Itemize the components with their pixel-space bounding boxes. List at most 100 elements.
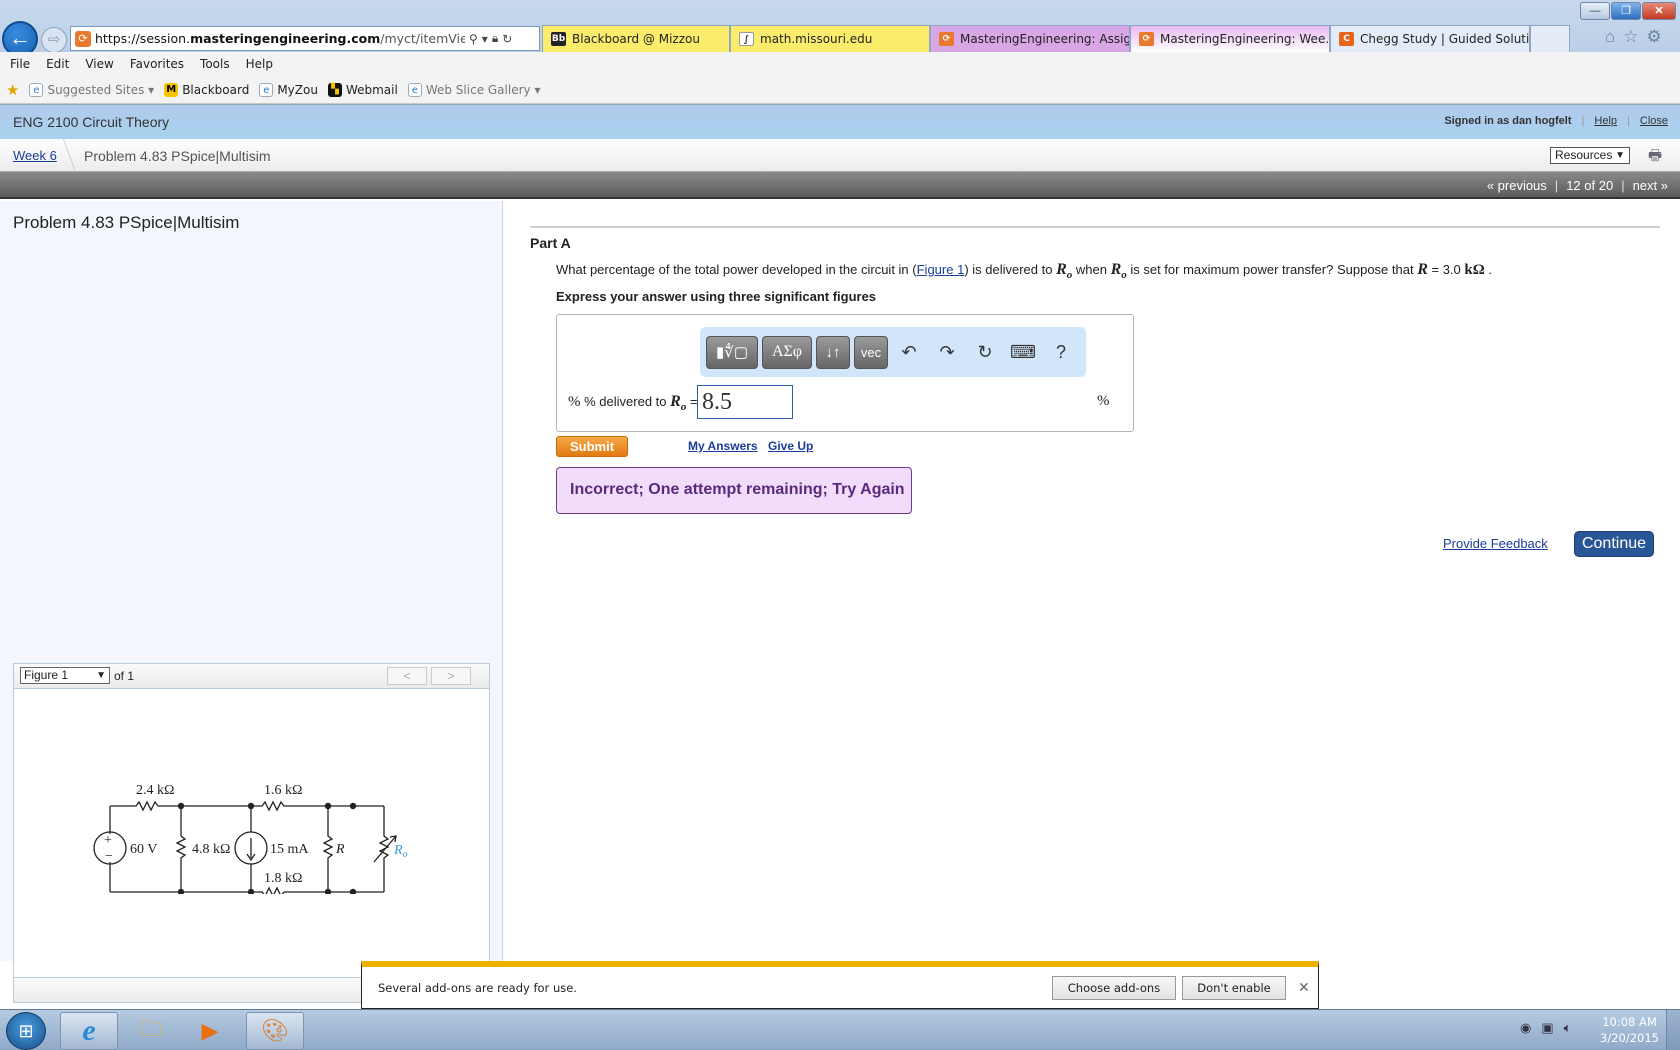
fav-webmail[interactable]: ▚ Webmail: [327, 82, 398, 97]
taskbar-file-explorer[interactable]: 🗀: [122, 1012, 180, 1050]
help-icon[interactable]: ?: [1044, 336, 1078, 369]
breadcrumb-week-link[interactable]: Week 6: [13, 148, 57, 163]
minimize-button[interactable]: —: [1580, 2, 1610, 20]
templates-button[interactable]: ▮∜▢: [706, 335, 758, 369]
submit-button[interactable]: Submit: [556, 436, 628, 457]
redo-icon[interactable]: ↷: [930, 336, 964, 369]
fav-label: Blackboard: [182, 82, 250, 97]
tab-chegg[interactable]: C Chegg Study | Guided Solutio...: [1330, 25, 1530, 52]
tab-mastering-week[interactable]: ⟳ MasteringEngineering: Wee... ✕: [1130, 25, 1330, 52]
menu-view[interactable]: View: [85, 57, 113, 71]
home-icon[interactable]: ⌂: [1605, 27, 1615, 47]
question-fragment: is set for maximum power transfer? Suppo…: [1126, 262, 1418, 277]
divider: [530, 226, 1660, 228]
greek-button[interactable]: ΑΣφ: [762, 335, 812, 369]
figure-link[interactable]: Figure 1: [917, 262, 965, 277]
dont-enable-button[interactable]: Don't enable: [1182, 976, 1286, 1000]
network-icon[interactable]: ◉: [1520, 1020, 1531, 1036]
bottom-wire: [110, 886, 384, 894]
gear-icon[interactable]: ⚙: [1647, 27, 1662, 47]
mizzou-webmail-icon: ▚: [327, 82, 342, 97]
menu-edit[interactable]: Edit: [46, 57, 69, 71]
ie-page-icon: e: [407, 82, 422, 97]
label-60v: 60 V: [130, 842, 157, 857]
menu-tools[interactable]: Tools: [200, 57, 230, 71]
fav-myzou[interactable]: e MyZou: [259, 82, 318, 97]
forward-button[interactable]: ⇨: [41, 27, 67, 53]
menu-file[interactable]: File: [10, 57, 30, 71]
answer-input[interactable]: 8.5: [697, 385, 793, 419]
next-link[interactable]: next »: [1633, 178, 1668, 193]
my-answers-link[interactable]: My Answers: [688, 439, 758, 453]
fav-web-slice-gallery[interactable]: e Web Slice Gallery ▾: [407, 82, 541, 97]
provide-feedback-link[interactable]: Provide Feedback: [1443, 536, 1548, 551]
clock[interactable]: 10:08 AM 3/20/2015: [1600, 1014, 1659, 1046]
figure-select[interactable]: Figure 1 ▼: [20, 667, 110, 684]
continue-button[interactable]: Continue: [1574, 531, 1654, 557]
help-link[interactable]: Help: [1594, 115, 1617, 127]
restore-button[interactable]: ❐: [1611, 2, 1641, 20]
tab-strip: Bb Blackboard @ Mizzou ∫ math.missouri.e…: [542, 25, 1570, 52]
dropdown-icon[interactable]: ▾: [482, 32, 488, 46]
fav-blackboard[interactable]: M Blackboard: [164, 82, 250, 97]
folder-icon: 🗀: [139, 1016, 162, 1041]
part-label: Part A: [530, 235, 571, 251]
give-up-link[interactable]: Give Up: [768, 439, 813, 453]
question-fragment: What percentage of the total power devel…: [556, 262, 917, 277]
label-1-6k: 1.6 kΩ: [264, 783, 302, 798]
refresh-icon[interactable]: ↻: [502, 32, 512, 46]
fav-suggested-sites[interactable]: e Suggested Sites ▾: [29, 82, 154, 97]
vmware-icon[interactable]: ▣: [1541, 1020, 1553, 1036]
start-button[interactable]: ⊞: [6, 1012, 46, 1050]
tab-label: Blackboard @ Mizzou: [572, 32, 700, 46]
new-tab-button[interactable]: [1530, 25, 1570, 52]
figure-viewer: Figure 1 ▼ of 1 < > + − 2.4 kΩ 1.6 kΩ 60…: [13, 663, 490, 1003]
volume-icon[interactable]: 🔈︎: [1564, 1020, 1572, 1036]
vector-button[interactable]: vec: [854, 335, 888, 369]
undo-icon[interactable]: ↶: [892, 336, 926, 369]
tab-blackboard[interactable]: Bb Blackboard @ Mizzou: [542, 25, 730, 52]
question-fragment: ) is delivered to: [964, 262, 1057, 277]
signed-in-text: Signed in as dan hogfelt: [1444, 115, 1572, 127]
reset-icon[interactable]: ↻: [968, 336, 1002, 369]
math-ro: Ro: [1056, 261, 1073, 282]
tab-mastering-assign[interactable]: ⟳ MasteringEngineering: Assign...: [930, 25, 1130, 52]
taskbar-internet-explorer[interactable]: e: [60, 1012, 118, 1050]
figure-next-button[interactable]: >: [431, 667, 471, 685]
ie-page-icon: e: [259, 82, 274, 97]
arrow-right-icon: ⇨: [47, 31, 61, 48]
url-text[interactable]: https://session.masteringengineering.com…: [95, 31, 465, 46]
show-desktop-button[interactable]: [1666, 1010, 1680, 1050]
math-r: R: [1417, 261, 1428, 278]
close-icon[interactable]: ✕: [1298, 979, 1310, 996]
answer-label: % % delivered to Ro =: [568, 393, 698, 414]
search-icon[interactable]: ⚲: [469, 32, 478, 46]
taskbar-media-player[interactable]: ▶: [181, 1012, 239, 1050]
window-close-button[interactable]: ✕: [1642, 2, 1676, 20]
favorites-star-icon[interactable]: ☆: [1623, 27, 1638, 47]
tab-math-missouri[interactable]: ∫ math.missouri.edu: [730, 25, 930, 52]
paint-palette-icon: 🎨︎: [261, 1018, 289, 1043]
subscript-button[interactable]: ↓↑: [816, 335, 850, 369]
taskbar: ⊞ e 🗀 ▶ 🎨︎ ◉ ▣ 🔈︎ 10:08 AM 3/20/2015: [0, 1009, 1680, 1050]
math-ro: Ro: [1110, 261, 1127, 282]
menu-favorites[interactable]: Favorites: [130, 57, 184, 71]
figure-prev-button[interactable]: <: [387, 667, 427, 685]
templates-icon: ▮∜▢: [716, 344, 748, 361]
menu-help[interactable]: Help: [246, 57, 273, 71]
fav-label: Web Slice Gallery ▾: [425, 82, 541, 97]
mastering-icon: ⟳: [939, 32, 954, 46]
lock-icon[interactable]: 🔒︎: [492, 31, 498, 46]
previous-link[interactable]: « previous: [1487, 178, 1547, 193]
address-bar[interactable]: ⟳ https://session.masteringengineering.c…: [70, 26, 540, 51]
resources-select[interactable]: Resources ▼: [1550, 147, 1630, 164]
figure-count: of 1: [114, 669, 135, 683]
keyboard-icon[interactable]: ⌨: [1006, 336, 1040, 369]
add-favorite-icon[interactable]: ★: [6, 81, 19, 99]
taskbar-paint[interactable]: 🎨︎: [246, 1012, 304, 1050]
tab-label: math.missouri.edu: [760, 32, 873, 46]
close-link[interactable]: Close: [1640, 115, 1668, 127]
print-icon[interactable]: 🖶︎: [1648, 145, 1666, 164]
mastering-icon: ⟳: [1139, 32, 1154, 46]
choose-addons-button[interactable]: Choose add-ons: [1052, 976, 1176, 1000]
